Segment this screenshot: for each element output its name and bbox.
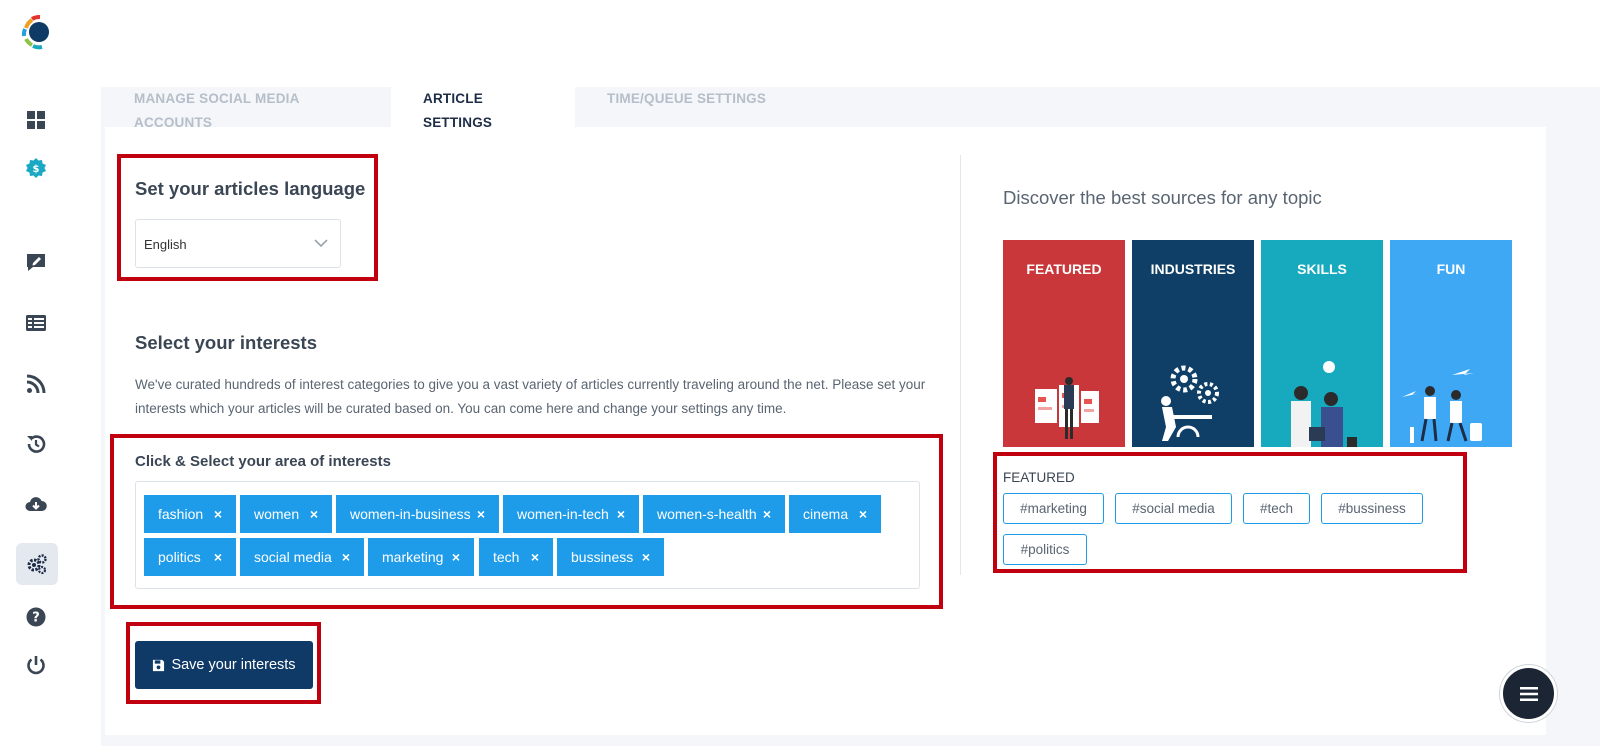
interest-tag-label: women-in-tech: [517, 506, 609, 522]
remove-tag-icon[interactable]: ×: [214, 495, 222, 533]
main-content: MANAGE SOCIAL MEDIA ACCOUNTS ARTICLE SET…: [73, 0, 1600, 746]
hashtag-politics[interactable]: #politics: [1003, 534, 1087, 565]
interest-tag[interactable]: women-in-tech ×: [503, 495, 639, 533]
interest-tag[interactable]: cinema ×: [789, 495, 881, 533]
floppy-disk-icon: [153, 659, 165, 671]
interest-tag[interactable]: women-in-business ×: [336, 495, 499, 533]
industries-illustration: [1161, 365, 1219, 441]
column-divider: [960, 155, 961, 575]
hashtag-marketing[interactable]: #marketing: [1003, 493, 1104, 524]
help-icon[interactable]: ?: [20, 601, 52, 633]
dashboard-icon[interactable]: [20, 104, 52, 136]
category-card-fun[interactable]: FUN: [1390, 240, 1512, 447]
language-selected-value: English: [144, 237, 187, 252]
remove-tag-icon[interactable]: ×: [617, 495, 625, 533]
floating-menu-button[interactable]: [1500, 665, 1557, 722]
featured-title: FEATURED: [1003, 470, 1075, 485]
remove-tag-icon[interactable]: ×: [859, 495, 867, 533]
interest-tag-label: women: [254, 506, 300, 522]
interest-tag-label: bussiness: [571, 549, 634, 565]
category-label: INDUSTRIES: [1150, 261, 1236, 277]
category-card-industries[interactable]: INDUSTRIES: [1132, 240, 1254, 447]
remove-tag-icon[interactable]: ×: [763, 495, 771, 533]
interest-tag[interactable]: tech ×: [479, 538, 553, 576]
compose-icon[interactable]: [20, 246, 52, 278]
interest-tag-label: social media: [254, 549, 332, 565]
category-card-featured[interactable]: FEATURED: [1003, 240, 1125, 447]
svg-text:$: $: [33, 164, 40, 175]
chevron-down-icon: [314, 239, 328, 248]
interest-tag[interactable]: women-s-health ×: [643, 495, 785, 533]
remove-tag-icon[interactable]: ×: [642, 538, 650, 576]
interest-tag-label: cinema: [803, 506, 849, 522]
remove-tag-icon[interactable]: ×: [214, 538, 222, 576]
interest-tag[interactable]: marketing ×: [368, 538, 474, 576]
interest-tag-label: fashion: [158, 506, 204, 522]
power-icon[interactable]: [20, 649, 52, 681]
language-heading: Set your articles language: [135, 178, 366, 199]
tab-article-settings[interactable]: ARTICLE SETTINGS: [391, 87, 575, 130]
settings-tabs: MANAGE SOCIAL MEDIA ACCOUNTS ARTICLE SET…: [101, 87, 798, 130]
remove-tag-icon[interactable]: ×: [310, 495, 318, 533]
interests-description: We've curated hundreds of interest categ…: [135, 377, 926, 416]
remove-tag-icon[interactable]: ×: [531, 538, 539, 576]
remove-tag-icon[interactable]: ×: [342, 538, 350, 576]
category-label: FUN: [1436, 261, 1466, 277]
interest-tag-label: women-in-business: [350, 506, 471, 522]
skills-illustration: [1291, 361, 1357, 447]
save-interests-button[interactable]: Save your interests: [135, 641, 313, 689]
interest-tag[interactable]: fashion ×: [144, 495, 236, 533]
hashtag-tech[interactable]: #tech: [1243, 493, 1310, 524]
rss-icon[interactable]: [20, 368, 52, 400]
category-label: FEATURED: [1026, 261, 1102, 277]
history-icon[interactable]: [20, 428, 52, 460]
language-select[interactable]: English: [135, 219, 341, 268]
hashtag-bussiness[interactable]: #bussiness: [1321, 493, 1423, 524]
remove-tag-icon[interactable]: ×: [477, 495, 485, 533]
app-logo[interactable]: [20, 14, 56, 50]
interest-tag-label: women-s-health: [657, 506, 757, 522]
tab-manage-social-media-accounts[interactable]: MANAGE SOCIAL MEDIA ACCOUNTS: [101, 87, 391, 130]
interest-tag-label: marketing: [382, 549, 444, 565]
interest-tag[interactable]: politics ×: [144, 538, 236, 576]
settings-icon[interactable]: [16, 543, 58, 585]
interest-tag-label: tech: [493, 549, 520, 565]
category-card-skills[interactable]: SKILLS: [1261, 240, 1383, 447]
interest-tag[interactable]: women ×: [240, 495, 332, 533]
menu-icon: [1519, 686, 1538, 701]
sidebar: $ ?: [0, 0, 73, 746]
interest-tag[interactable]: social media ×: [240, 538, 364, 576]
featured-illustration: [1035, 377, 1099, 439]
cloud-download-icon[interactable]: [20, 488, 52, 520]
dollar-badge-icon[interactable]: $: [20, 152, 52, 184]
interest-tag-label: politics: [158, 549, 201, 565]
interests-tag-box[interactable]: fashion × women × women-in-business × women…: [135, 481, 920, 589]
interest-tag[interactable]: bussiness ×: [557, 538, 664, 576]
category-label: SKILLS: [1297, 261, 1347, 277]
interests-heading: Select your interests: [135, 332, 317, 353]
interests-select-heading: Click & Select your area of interests: [135, 453, 391, 470]
save-button-label: Save your interests: [171, 657, 296, 673]
remove-tag-icon[interactable]: ×: [452, 538, 460, 576]
discover-heading: Discover the best sources for any topic: [1003, 187, 1322, 208]
articles-icon[interactable]: [20, 307, 52, 339]
hashtag-social-media[interactable]: #social media: [1115, 493, 1232, 524]
tab-time-queue-settings[interactable]: TIME/QUEUE SETTINGS: [575, 87, 798, 127]
fun-illustration: [1402, 369, 1482, 443]
svg-text:?: ?: [32, 611, 40, 626]
